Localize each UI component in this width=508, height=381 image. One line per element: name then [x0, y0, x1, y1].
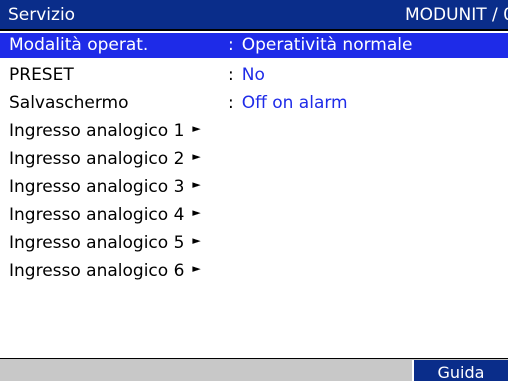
menu-item-label: Ingresso analogico 3 ►: [9, 173, 201, 201]
menu-item-text: Ingresso analogico 4: [9, 205, 185, 225]
submenu-arrow-icon: ►: [192, 234, 201, 247]
menu-item-label: Ingresso analogico 2 ►: [9, 145, 201, 173]
menu-item-label: Modalità operat.: [9, 35, 149, 55]
menu-item-value: : Operatività normale: [228, 33, 412, 58]
device-model-label: MODUNIT / 0: [404, 5, 508, 25]
submenu-arrow-icon: ►: [192, 150, 201, 163]
menu-item-preset[interactable]: PRESET : No: [0, 61, 508, 89]
menu-item-text: Ingresso analogico 6: [9, 261, 185, 281]
value-text: Operatività normale: [241, 35, 413, 55]
value-text: Off on alarm: [241, 93, 348, 113]
menu-item-analog-input-2[interactable]: Ingresso analogico 2 ►: [0, 145, 508, 173]
service-menu: Modalità operat. : Operatività normale PR…: [0, 33, 508, 285]
value-separator: :: [228, 65, 234, 85]
menu-item-analog-input-3[interactable]: Ingresso analogico 3 ►: [0, 173, 508, 201]
menu-item-analog-input-6[interactable]: Ingresso analogico 6 ►: [0, 257, 508, 285]
menu-item-value: : Off on alarm: [228, 89, 348, 117]
menu-item-analog-input-1[interactable]: Ingresso analogico 1 ►: [0, 117, 508, 145]
menu-item-text: Ingresso analogico 3: [9, 177, 185, 197]
menu-item-screensaver[interactable]: Salvaschermo : Off on alarm: [0, 89, 508, 117]
page-title: Servizio: [8, 5, 76, 25]
value-separator: :: [228, 93, 234, 113]
title-bar: Servizio MODUNIT / 0: [0, 0, 508, 31]
device-screen: Servizio MODUNIT / 0 Modalità operat. : O…: [0, 0, 508, 381]
value-text: No: [241, 65, 265, 85]
value-separator: :: [228, 35, 234, 55]
menu-item-value: : No: [228, 61, 265, 89]
help-button[interactable]: Guida: [412, 360, 508, 381]
menu-item-label: PRESET: [9, 65, 74, 85]
menu-item-label: Salvaschermo: [9, 93, 129, 113]
submenu-arrow-icon: ►: [192, 262, 201, 275]
menu-item-label: Ingresso analogico 4 ►: [9, 201, 201, 229]
menu-item-analog-input-4[interactable]: Ingresso analogico 4 ►: [0, 201, 508, 229]
menu-item-label: Ingresso analogico 5 ►: [9, 229, 201, 257]
submenu-arrow-icon: ►: [192, 206, 201, 219]
menu-item-operating-mode[interactable]: Modalità operat. : Operatività normale: [0, 33, 508, 58]
submenu-arrow-icon: ►: [192, 178, 201, 191]
menu-item-label: Ingresso analogico 6 ►: [9, 257, 201, 285]
menu-item-analog-input-5[interactable]: Ingresso analogico 5 ►: [0, 229, 508, 257]
menu-item-label: Ingresso analogico 1 ►: [9, 117, 201, 145]
menu-item-text: Ingresso analogico 2: [9, 149, 185, 169]
menu-item-text: Ingresso analogico 5: [9, 233, 185, 253]
menu-item-text: Ingresso analogico 1: [9, 121, 185, 141]
submenu-arrow-icon: ►: [192, 122, 201, 135]
